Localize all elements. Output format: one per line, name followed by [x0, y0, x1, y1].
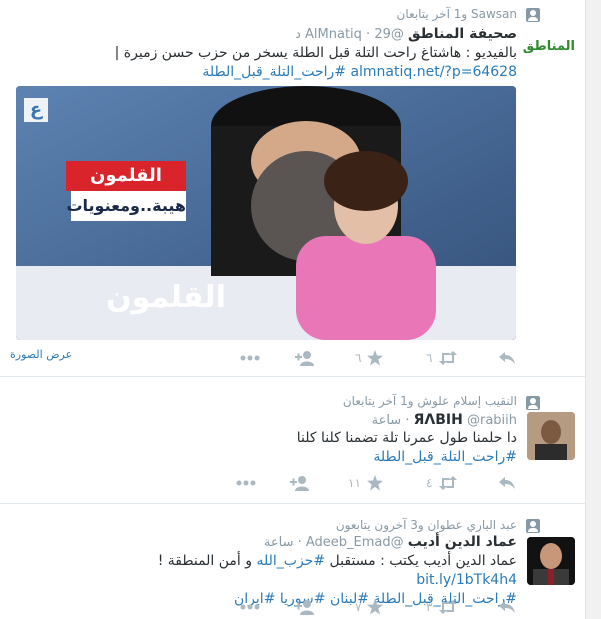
hashtag-link[interactable]: #راحت_التلة_قبل_الطلة — [202, 64, 346, 80]
tweet-text: دا حلمنا طول عمرنا تلة تضمنا كلنا كلنا #… — [57, 429, 517, 467]
favorite-button[interactable]: ٦ — [355, 348, 384, 368]
username[interactable]: @rabiih — [467, 413, 517, 428]
tweet-header: عماد الدين أديب @Adeeb_Emad · ساعة — [263, 534, 517, 550]
banner-bottom-text: القلمون — [106, 280, 226, 315]
follow-user-icon — [290, 476, 309, 491]
tweet[interactable]: النقيب إسلام علوش و1 آخر يتابعان ЯΛBIH @… — [0, 377, 585, 504]
retweet-icon — [439, 600, 458, 614]
reply-icon — [499, 601, 515, 613]
star-icon — [367, 350, 384, 366]
avatar-image — [527, 537, 575, 585]
tweet-actions: ٦ ٦ — [240, 348, 520, 368]
favorite-count: ٦ — [355, 351, 362, 365]
reply-icon — [499, 352, 515, 364]
reply-button[interactable] — [498, 597, 516, 617]
banner-white-text: هيبة..ومعنويات — [66, 196, 186, 215]
tweet-actions: ٣ ٧ — [240, 597, 520, 617]
tweet[interactable]: Sawsan و1 آخر يتابعان المناطق صحيفة المن… — [0, 0, 585, 377]
more-button[interactable] — [240, 348, 260, 368]
follow-context-icon — [526, 396, 540, 410]
star-icon — [367, 599, 384, 615]
avatar[interactable] — [527, 537, 575, 585]
star-icon — [366, 475, 383, 491]
media-photo[interactable]: ع القلمون هيبة..ومعنويات القلمون — [16, 86, 516, 340]
retweet-button[interactable]: ٦ — [426, 348, 458, 368]
tweet-actions: ٤ ١١ — [236, 473, 520, 493]
follow-context: عبد الباري عطوان و3 آخرون يتابعون — [335, 518, 517, 532]
follow-context-icon — [526, 519, 540, 533]
follow-context-icon — [526, 8, 540, 22]
tweet-text: بالفيديو : هاشتاغ راحت التلة قبل الطلة ي… — [114, 45, 517, 80]
more-button[interactable] — [236, 473, 256, 493]
fullname[interactable]: ЯΛBIH — [414, 412, 463, 428]
favorite-button[interactable]: ١١ — [348, 473, 383, 493]
retweet-count: ٦ — [426, 351, 433, 365]
follow-button[interactable] — [290, 473, 310, 493]
reply-button[interactable] — [498, 348, 516, 368]
retweet-icon — [439, 476, 458, 490]
favorite-count: ١١ — [348, 476, 361, 490]
favorite-count: ٧ — [355, 600, 362, 614]
timestamp[interactable]: ساعة — [264, 535, 294, 550]
username[interactable]: @Adeeb_Emad — [306, 535, 404, 550]
tweet-header: ЯΛBIH @rabiih · ساعة — [371, 412, 517, 428]
fullname[interactable]: صحيفة المناطق — [408, 26, 517, 42]
more-button[interactable] — [240, 597, 260, 617]
follow-button[interactable] — [295, 597, 315, 617]
retweet-button[interactable]: ٤ — [426, 473, 458, 493]
retweet-count: ٤ — [426, 476, 433, 490]
more-dots-icon — [240, 355, 260, 361]
follow-user-icon — [295, 600, 314, 615]
follow-button[interactable] — [295, 348, 315, 368]
scrollbar[interactable] — [585, 0, 601, 619]
avatar[interactable] — [527, 412, 575, 460]
follow-context: النقيب إسلام علوش و1 آخر يتابعان — [342, 394, 517, 408]
tweet[interactable]: عبد الباري عطوان و3 آخرون يتابعون عماد ا… — [0, 504, 585, 619]
reply-icon — [499, 477, 515, 489]
follow-context: Sawsan و1 آخر يتابعان — [396, 7, 517, 21]
view-photo-link[interactable]: عرض الصورة — [10, 348, 72, 361]
fullname[interactable]: عماد الدين أديب — [408, 534, 517, 550]
hashtag-link[interactable]: #حزب_الله — [256, 553, 325, 569]
retweet-count: ٣ — [426, 600, 433, 614]
favorite-button[interactable]: ٧ — [355, 597, 384, 617]
more-dots-icon — [236, 480, 256, 486]
reply-button[interactable] — [498, 473, 516, 493]
retweet-button[interactable]: ٣ — [426, 597, 458, 617]
tweet-link[interactable]: almnatiq.net/?p=64628 — [350, 64, 517, 80]
channel-logo: ع — [29, 99, 43, 120]
tweet-header: صحيفة المناطق @AlMnatiq · 29 د — [295, 26, 517, 42]
banner-red-text: القلمون — [90, 165, 162, 186]
tweet-link[interactable]: bit.ly/1bTk4h4 — [416, 572, 517, 588]
retweet-icon — [439, 351, 458, 365]
timestamp[interactable]: ساعة — [372, 413, 402, 428]
avatar-image — [527, 412, 575, 460]
avatar[interactable]: المناطق — [523, 32, 575, 62]
hashtag-link[interactable]: #راحت_التلة_قبل_الطلة — [57, 448, 517, 467]
avatar-logo-text: المناطق — [523, 39, 575, 54]
more-dots-icon — [240, 604, 260, 610]
follow-user-icon — [295, 351, 314, 366]
